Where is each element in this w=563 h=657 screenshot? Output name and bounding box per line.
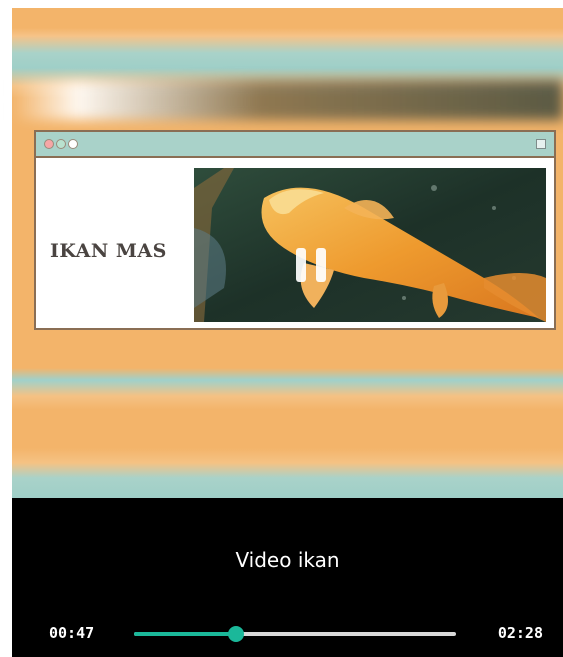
close-dot-icon xyxy=(44,139,54,149)
koi-fish-image xyxy=(194,168,546,322)
minimize-dot-icon xyxy=(56,139,66,149)
maximize-dot-icon xyxy=(68,139,78,149)
total-time: 02:28 xyxy=(497,624,543,642)
pause-bar-left xyxy=(296,248,306,282)
seek-bar[interactable] xyxy=(134,626,456,642)
illustrated-window: IKAN MAS xyxy=(34,130,556,330)
pause-bar-right xyxy=(316,248,326,282)
video-screen[interactable]: IKAN MAS xyxy=(12,8,563,498)
fish-title: IKAN MAS xyxy=(50,240,167,262)
current-time: 00:47 xyxy=(49,624,95,642)
video-player: IKAN MAS Video ikan 00:47 02:28 xyxy=(12,8,563,657)
window-box-icon xyxy=(536,139,546,149)
pause-button[interactable] xyxy=(296,248,326,282)
seek-bar-progress xyxy=(134,632,237,636)
seek-bar-thumb[interactable] xyxy=(228,626,245,642)
video-caption: Video ikan xyxy=(235,548,340,572)
window-body: IKAN MAS xyxy=(36,158,554,330)
koi-fish-illustration xyxy=(194,168,546,322)
blurred-video-band xyxy=(12,80,563,120)
window-titlebar xyxy=(36,132,554,158)
